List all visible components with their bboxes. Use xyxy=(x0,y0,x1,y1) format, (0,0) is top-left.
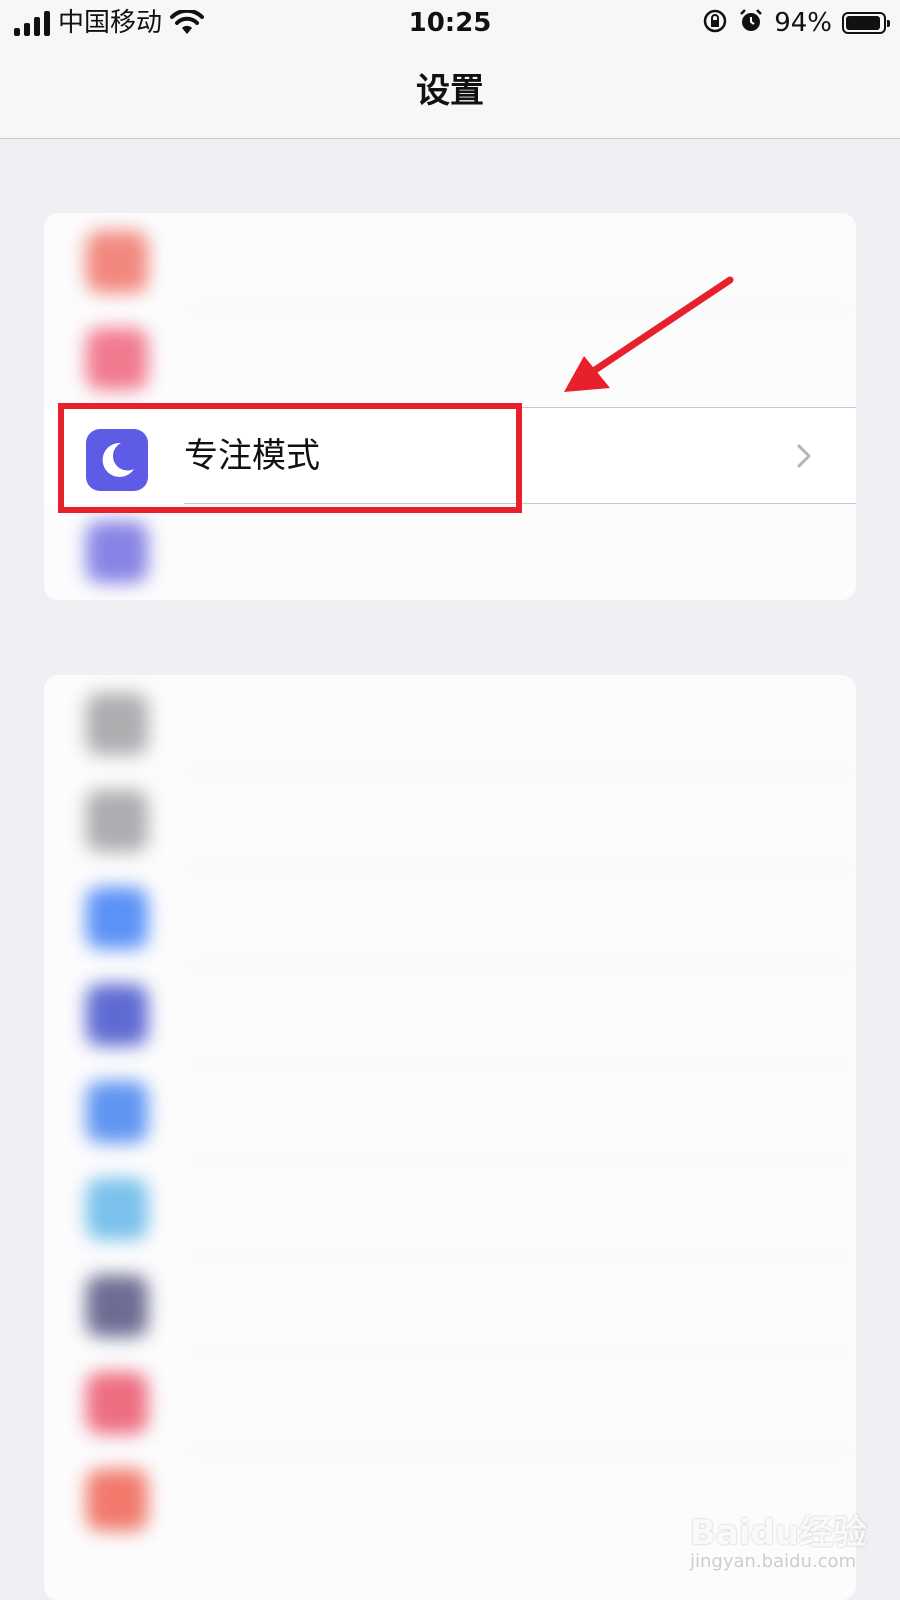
battery-fill xyxy=(846,16,880,30)
settings-app-icon xyxy=(86,1372,148,1434)
settings-row-blurred-9[interactable] xyxy=(44,1160,856,1257)
settings-app-icon xyxy=(86,984,148,1046)
settings-row-blurred-11[interactable] xyxy=(44,1354,856,1451)
settings-app-icon xyxy=(86,328,148,390)
settings-app-icon xyxy=(86,1275,148,1337)
settings-row-blurred-5[interactable] xyxy=(44,772,856,869)
watermark: Baidu经验 jingyan.baidu.com xyxy=(690,1505,890,1585)
orientation-lock-icon xyxy=(702,8,728,38)
annotation-arrow-icon xyxy=(540,270,740,414)
settings-app-icon xyxy=(86,231,148,293)
settings-app-icon xyxy=(86,887,148,949)
settings-row-blurred-3[interactable] xyxy=(44,503,856,600)
settings-app-icon xyxy=(86,693,148,755)
status-right: 94% xyxy=(702,6,890,40)
page-title: 设置 xyxy=(416,71,484,111)
battery-percent: 94% xyxy=(774,8,832,38)
watermark-logo: Baidu经验 xyxy=(690,1513,868,1553)
settings-row-blurred-10[interactable] xyxy=(44,1257,856,1354)
settings-app-icon xyxy=(86,1469,148,1531)
settings-row-blurred-7[interactable] xyxy=(44,966,856,1063)
navigation-bar: 设置 xyxy=(0,48,900,139)
settings-row-blurred-6[interactable] xyxy=(44,869,856,966)
watermark-url: jingyan.baidu.com xyxy=(690,1551,857,1572)
settings-row-blurred-4[interactable] xyxy=(44,675,856,772)
alarm-icon xyxy=(738,8,764,38)
settings-app-icon xyxy=(86,1178,148,1240)
settings-app-icon xyxy=(86,790,148,852)
highlight-box xyxy=(58,403,522,513)
status-bar: 中国移动 10:25 94% xyxy=(0,0,900,48)
battery-icon xyxy=(842,12,890,34)
settings-app-icon xyxy=(86,521,148,583)
settings-group-2 xyxy=(44,675,856,1600)
chevron-right-icon xyxy=(796,443,812,473)
settings-app-icon xyxy=(86,1081,148,1143)
settings-row-blurred-8[interactable] xyxy=(44,1063,856,1160)
